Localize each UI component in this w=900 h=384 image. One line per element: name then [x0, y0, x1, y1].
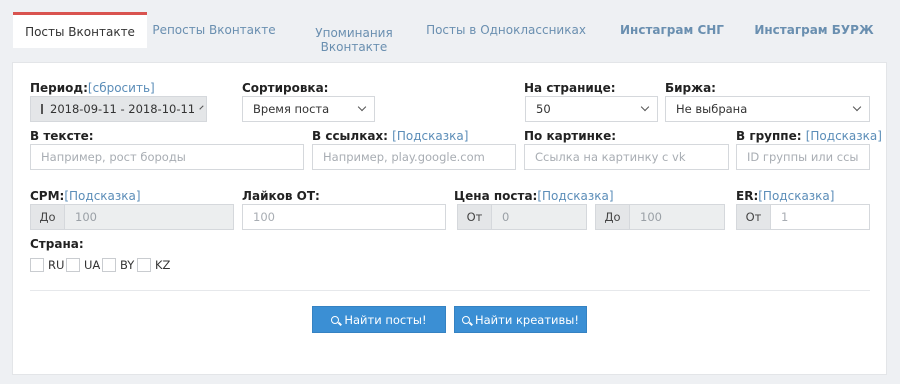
chevron-down-icon: [640, 102, 650, 112]
checkbox[interactable]: [30, 258, 44, 272]
tab-bar: Посты Вконтакте Репосты Вконтакте Упомин…: [13, 12, 887, 56]
tab-ok-posts[interactable]: Посты в Одноклассниках: [423, 12, 589, 48]
checkbox[interactable]: [66, 258, 80, 272]
chevron-down-icon: [357, 102, 367, 112]
per-page-value: 50: [536, 102, 551, 116]
chevron-down-icon: [199, 105, 204, 110]
likes-label: Лайков ОТ:: [242, 189, 320, 203]
price-from-input[interactable]: 0: [491, 204, 587, 230]
period-label-text: Период:: [30, 81, 88, 95]
cpm-hint-link[interactable]: [Подсказка]: [64, 189, 140, 203]
cpm-to-addon: До: [30, 204, 65, 230]
er-from-addon: От: [736, 204, 771, 230]
country-option-label: UA: [84, 258, 101, 272]
er-label-text: ER:: [736, 189, 759, 203]
cpm-label: CPM:[Подсказка]: [30, 189, 141, 203]
group-label: В группе: [Подсказка]: [736, 129, 882, 143]
country-checkbox-kz[interactable]: KZ: [137, 258, 170, 272]
calendar-icon: [41, 104, 43, 114]
country-checkbox-ru[interactable]: RU: [30, 258, 64, 272]
sort-select[interactable]: Время поста: [242, 96, 375, 122]
picture-search-input[interactable]: Ссылка на картинку с vk: [524, 144, 729, 170]
price-label-text: Цена поста:: [454, 189, 538, 203]
chevron-down-icon: [852, 102, 862, 112]
checkbox[interactable]: [102, 258, 116, 272]
er-from-input[interactable]: 1: [770, 204, 870, 230]
price-from-addon: От: [457, 204, 492, 230]
group-hint-link[interactable]: [Подсказка]: [806, 129, 882, 143]
search-icon: [461, 315, 470, 324]
text-search-input[interactable]: Например, рост бороды: [30, 144, 304, 170]
divider: [30, 290, 870, 291]
picture-label: По картинке:: [524, 129, 617, 143]
search-icon: [331, 315, 340, 324]
exchange-select[interactable]: Не выбрана: [665, 96, 870, 122]
period-date-range[interactable]: 2018-09-11 - 2018-10-11: [30, 96, 207, 122]
country-option-label: KZ: [155, 258, 171, 272]
period-value: 2018-09-11 - 2018-10-11: [50, 102, 196, 116]
exchange-value: Не выбрана: [676, 102, 748, 116]
links-label: В ссылках: [Подсказка]: [312, 129, 468, 143]
price-to-addon: До: [595, 204, 630, 230]
cpm-to-input[interactable]: 100: [64, 204, 234, 230]
er-label: ER:[Подсказка]: [736, 189, 834, 203]
country-option-label: BY: [120, 258, 135, 272]
tab-vk-posts[interactable]: Посты Вконтакте: [13, 12, 147, 48]
links-hint-link[interactable]: [Подсказка]: [392, 129, 468, 143]
group-label-text: В группе:: [736, 129, 802, 143]
sort-value: Время поста: [253, 102, 330, 116]
likes-from-input[interactable]: 100: [242, 204, 446, 230]
links-search-input[interactable]: Например, play.google.com: [312, 144, 516, 170]
exchange-label: Биржа:: [665, 81, 716, 95]
group-search-input[interactable]: ID группы или ссы: [736, 144, 870, 170]
price-to-input[interactable]: 100: [629, 204, 725, 230]
period-reset-link[interactable]: [сбросить]: [88, 81, 155, 95]
links-label-text: В ссылках:: [312, 129, 388, 143]
per-page-label: На странице:: [524, 81, 616, 95]
find-posts-label: Найти посты!: [344, 312, 427, 327]
tab-vk-reposts[interactable]: Репосты Вконтакте: [147, 12, 281, 48]
find-creatives-button[interactable]: Найти креативы!: [454, 306, 587, 333]
price-hint-link[interactable]: [Подсказка]: [537, 189, 613, 203]
find-creatives-label: Найти креативы!: [474, 312, 579, 327]
er-hint-link[interactable]: [Подсказка]: [758, 189, 834, 203]
country-label: Страна:: [30, 237, 84, 251]
country-checkbox-by[interactable]: BY: [102, 258, 134, 272]
period-label: Период:[сбросить]: [30, 81, 155, 95]
price-label: Цена поста:[Подсказка]: [454, 189, 614, 203]
cpm-label-text: CPM:: [30, 189, 65, 203]
checkbox[interactable]: [137, 258, 151, 272]
sort-label: Сортировка:: [242, 81, 329, 95]
country-option-label: RU: [48, 258, 65, 272]
per-page-select[interactable]: 50: [525, 96, 658, 122]
text-label: В тексте:: [30, 129, 94, 143]
tab-instagram-cis[interactable]: Инстаграм СНГ: [613, 12, 731, 48]
tab-vk-mentions[interactable]: Упоминания Вконтакте: [299, 22, 409, 58]
find-posts-button[interactable]: Найти посты!: [312, 306, 446, 333]
tab-instagram-foreign[interactable]: Инстаграм БУРЖ: [751, 12, 877, 48]
country-checkbox-ua[interactable]: UA: [66, 258, 100, 272]
